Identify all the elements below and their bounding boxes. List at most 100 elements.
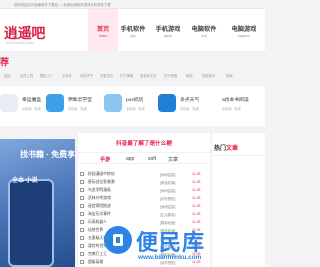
nav-sublabel: app — [130, 34, 136, 38]
nav-sublabel: pcgame — [237, 34, 251, 38]
list-item-name: 超级英雄 — [88, 260, 104, 264]
list-item-category: [休闲益智] — [160, 189, 176, 193]
nav-item-mobile-games[interactable]: 手机游戏 game — [151, 9, 185, 51]
site-logo[interactable]: 逍遥吧 — [4, 23, 45, 43]
watermark-text: 便民库 — [136, 230, 206, 255]
list-item-date: 11-09 — [192, 204, 201, 208]
list-item-date: 11-09 — [192, 180, 201, 184]
banner-subtitle: 全本 小说 — [12, 178, 38, 184]
tag-link[interactable]: 平安年 — [62, 73, 72, 78]
promo-banner[interactable]: 找书籍 · 免费享 全本 小说 — [0, 139, 75, 267]
nav-item-mobile-software[interactable]: 手机软件 app — [116, 9, 150, 51]
list-item[interactable]: 淘宝历次事件 [生活服务] 11-09 — [78, 211, 210, 219]
app-name: 多点天气 — [180, 98, 200, 103]
app-name: 幸运魔盒 — [22, 98, 42, 103]
list-item[interactable]: 迷宫探险挑战 [休闲益智] 11-09 — [78, 203, 210, 211]
list-item-category: [生活服务] — [160, 213, 176, 217]
bullet-icon — [80, 204, 84, 208]
nav-sublabel: game — [163, 34, 173, 38]
bullet-icon — [80, 196, 84, 200]
tab-app[interactable]: app — [126, 156, 134, 162]
hot-title-main: 热门 — [214, 146, 227, 152]
watermark-url: www.bianminku.com — [138, 254, 202, 261]
hot-title-accent: 文章 — [226, 146, 239, 152]
list-item[interactable]: 武林外传游戏 [动作冒险] 11-09 — [78, 195, 210, 203]
app-meta: 手机版 · 免费 — [22, 107, 41, 111]
list-item-name: 星际战记急救潮 — [88, 180, 115, 184]
app-name: 伊犁云学堂 — [68, 98, 92, 103]
tag-link[interactable]: 实时工具 — [20, 73, 33, 78]
bullet-icon — [80, 188, 84, 192]
divider — [212, 155, 265, 156]
app-card[interactable]: 幸运魔盒 手机版 · 免费 — [0, 90, 44, 122]
list-item-name: 武林外传游戏 — [88, 196, 111, 200]
list-item-category: [休闲益智] — [160, 173, 176, 177]
nav-label: 手机软件 — [120, 26, 146, 33]
list-item-category: [角色扮演] — [160, 181, 176, 185]
panel-tabs: 手游 app soft 文章 — [78, 152, 210, 164]
tab-soft[interactable]: soft — [148, 156, 156, 162]
list-item-name: 仙侠世界 — [88, 228, 104, 232]
nav-sublabel: Index — [98, 34, 108, 38]
app-meta: 手机版 · 免费 — [68, 107, 87, 111]
app-icon — [158, 94, 176, 112]
list-item-date: 11-09 — [192, 212, 201, 216]
tag-link[interactable]: 录音转文字 — [140, 73, 156, 78]
tab-mobile-games[interactable]: 手游 — [100, 156, 110, 163]
main-nav: 首页 Index 手机软件 app 手机游戏 game 电脑软件 soft 电脑… — [88, 9, 265, 51]
tag-link[interactable]: 打卡神器 — [120, 73, 133, 78]
site-watermark: 便民库 www.bianminku.com — [104, 224, 224, 266]
tag-link[interactable]: 指南 — [226, 73, 233, 78]
hot-tags: 装扮 实时工具 壁纸工厂 平安年 动态天气 手机定位 打卡神器 录音转文字 天气… — [4, 73, 265, 79]
tag-link[interactable]: 天气预报 — [164, 73, 177, 78]
nav-label: 电脑软件 — [191, 26, 217, 33]
app-name: pos机玩 — [126, 98, 144, 103]
list-item-name: 迷宫探险挑战 — [88, 204, 111, 208]
list-item-category: [休闲益智] — [160, 205, 176, 209]
tag-link[interactable]: 闹钟 — [186, 73, 193, 78]
nav-label: 首页 — [96, 26, 110, 33]
app-meta: 手机版 · 免费 — [222, 107, 241, 111]
list-item-date: 11-09 — [192, 172, 201, 176]
top-notice-bar: 您好欢迎访问逍遥软件下载站 — 安卓应用软件游戏手机软件下载 — [0, 0, 265, 9]
bullet-icon — [80, 260, 84, 264]
nav-item-pc-software[interactable]: 电脑软件 soft — [187, 9, 221, 51]
panel-heading[interactable]: 抖音最了解了是什么梗 — [78, 139, 210, 147]
nav-label: 手机游戏 — [155, 26, 181, 33]
bullet-icon — [80, 244, 84, 248]
list-item-date: 11-09 — [192, 196, 201, 200]
list-item-category: [动作冒险] — [160, 197, 176, 201]
nav-item-home[interactable]: 首页 Index — [88, 9, 118, 51]
app-icon — [0, 94, 18, 112]
nav-label: 电脑游戏 — [231, 26, 257, 33]
nav-sublabel: soft — [201, 34, 207, 38]
app-card[interactable]: a找本书阅读 手机版 · 免费 — [222, 90, 265, 122]
list-item[interactable]: 星际战记急救潮 [角色扮演] 11-09 — [78, 179, 210, 187]
tag-link[interactable]: 手机定位 — [100, 73, 113, 78]
app-icon — [104, 94, 122, 112]
recommended-apps: 幸运魔盒 手机版 · 免费 伊犁云学堂 手机版 · 免费 pos机玩 手机版 ·… — [0, 86, 265, 126]
tag-link[interactable]: 动态天气 — [80, 73, 93, 78]
list-item[interactable]: 校园漫画中转站 [休闲益智] 11-09 — [78, 171, 210, 179]
bullet-icon — [80, 180, 84, 184]
tag-link[interactable]: 壁纸工厂 — [40, 73, 53, 78]
list-item-name: 校园漫画中转站 — [88, 172, 115, 176]
bullet-icon — [80, 220, 84, 224]
tag-link[interactable]: 装扮 — [4, 73, 11, 78]
watermark-logo-icon — [104, 226, 132, 254]
app-card[interactable]: 伊犁云学堂 手机版 · 免费 — [46, 90, 98, 122]
app-meta: 手机版 · 免费 — [126, 107, 145, 111]
list-item[interactable]: 乌龙学院漫画 [休闲益智] 11-09 — [78, 187, 210, 195]
bullet-icon — [80, 252, 84, 256]
top-notice-text: 您好欢迎访问逍遥软件下载站 — 安卓应用软件游戏手机软件下载 — [14, 3, 111, 7]
tag-link[interactable]: 导航助手 — [202, 73, 215, 78]
bullet-icon — [80, 212, 84, 216]
app-name: a找本书阅读 — [222, 98, 249, 103]
nav-item-pc-games[interactable]: 电脑游戏 pcgame — [225, 9, 263, 51]
bullet-icon — [80, 228, 84, 232]
app-card[interactable]: 多点天气 手机版 · 免费 — [158, 90, 210, 122]
tab-articles[interactable]: 文章 — [168, 156, 178, 163]
app-card[interactable]: pos机玩 手机版 · 免费 — [104, 90, 156, 122]
site-logo-subtitle: XIAOYAOBA.COM — [6, 41, 34, 45]
hot-articles-title: 热门文章 — [214, 143, 238, 152]
